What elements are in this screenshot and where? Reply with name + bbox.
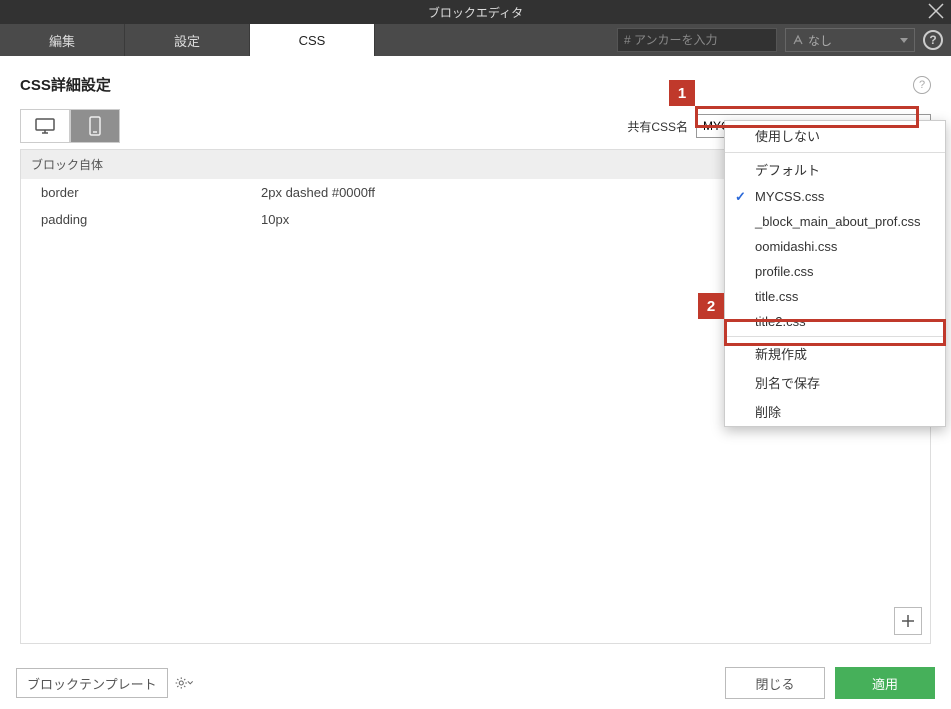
anchor-input[interactable] [617,28,777,52]
plus-icon [901,614,915,628]
dropdown-item-delete[interactable]: 削除 [725,397,945,426]
dropdown-item-oomidashi[interactable]: oomidashi.css [725,234,945,259]
section-title: CSS詳細設定 [20,74,111,95]
dropdown-item-none[interactable]: 使用しない [725,121,945,150]
chevron-down-icon [187,680,193,686]
close-icon[interactable] [927,2,945,20]
device-tab-desktop[interactable] [20,109,70,143]
property-name: border [41,185,261,200]
tab-settings[interactable]: 設定 [125,24,250,56]
dropdown-separator [725,336,945,337]
close-button[interactable]: 閉じる [725,667,825,699]
property-value: 2px dashed #0000ff [261,185,375,200]
device-tab-mobile[interactable] [70,109,120,143]
block-template-button[interactable]: ブロックテンプレート [16,668,168,698]
tab-css[interactable]: CSS [250,24,375,56]
property-name: padding [41,212,261,227]
gear-icon[interactable] [174,673,194,693]
dropdown-item-title2[interactable]: title2.css [725,309,945,334]
title-bar: ブロックエディタ [0,0,951,24]
dropdown-item-title[interactable]: title.css [725,284,945,309]
shared-css-dropdown: 使用しない デフォルト MYCSS.css _block_main_about_… [724,120,946,427]
mobile-icon [88,116,102,136]
dropdown-item-default[interactable]: デフォルト [725,155,945,184]
footer: ブロックテンプレート 閉じる 適用 [0,657,951,709]
font-select[interactable]: なし [785,28,915,52]
window-title: ブロックエディタ [428,4,523,21]
font-icon [792,34,804,46]
section-help-icon[interactable]: ? [913,76,931,94]
dropdown-item-new[interactable]: 新規作成 [725,339,945,368]
tab-edit[interactable]: 編集 [0,24,125,56]
dropdown-item-profile[interactable]: profile.css [725,259,945,284]
desktop-icon [34,117,56,135]
callout-1: 1 [669,80,695,106]
add-property-button[interactable] [894,607,922,635]
help-icon[interactable]: ? [923,30,943,50]
callout-2: 2 [698,293,724,319]
dropdown-separator [725,152,945,153]
font-select-label: なし [808,32,832,49]
dropdown-item-saveas[interactable]: 別名で保存 [725,368,945,397]
dropdown-item-mycss[interactable]: MYCSS.css [725,184,945,209]
apply-button[interactable]: 適用 [835,667,935,699]
tab-bar: 編集 設定 CSS なし ? [0,24,951,56]
shared-css-label: 共有CSS名 [627,118,688,135]
dropdown-item-block[interactable]: _block_main_about_prof.css [725,209,945,234]
property-value: 10px [261,212,289,227]
